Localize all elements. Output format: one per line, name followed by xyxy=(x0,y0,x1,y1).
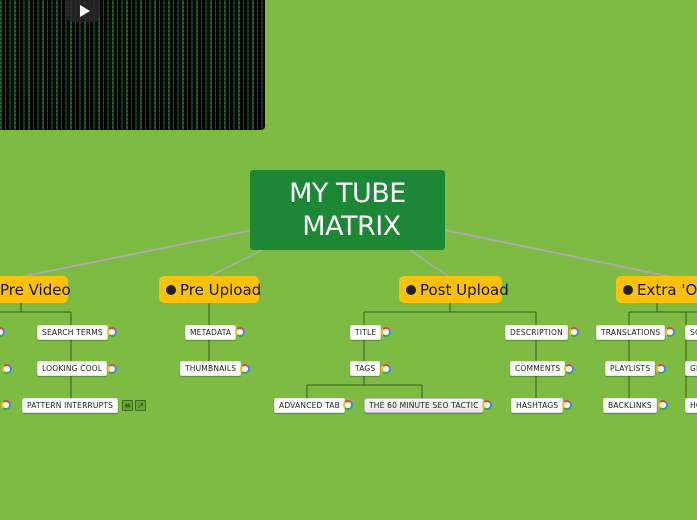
subtopic-sc-truncated[interactable]: SC xyxy=(685,325,697,340)
topic-label: Pre Upload xyxy=(180,280,262,299)
subtopic-description[interactable]: DESCRIPTION xyxy=(505,325,568,340)
subtopic-advanced-tab[interactable]: ADVANCED TAB xyxy=(274,398,345,413)
subtopic-hashtags[interactable]: HASHTAGS xyxy=(511,398,564,413)
topic-label: Pre Video xyxy=(0,280,71,299)
central-topic[interactable]: MY TUBE MATRIX xyxy=(250,170,445,250)
google-icon[interactable] xyxy=(564,364,574,374)
subtopic-hc-truncated[interactable]: HC xyxy=(685,398,697,413)
subtopic-comments[interactable]: COMMENTS xyxy=(510,361,566,376)
subtopic-pattern-interrupts[interactable]: PATTERN INTERRUPTS xyxy=(22,398,119,413)
google-icon[interactable] xyxy=(656,364,666,374)
subtopic-metadata[interactable]: METADATA xyxy=(185,325,237,340)
topic-pre-upload[interactable]: Pre Upload xyxy=(159,276,262,303)
subtopic-playlists[interactable]: PLAYLISTS xyxy=(605,361,656,376)
subtopic-backlinks[interactable]: BACKLINKS xyxy=(603,398,657,413)
connector-lines xyxy=(0,229,697,398)
subtopic-translations[interactable]: TRANSLATIONS xyxy=(596,325,666,340)
subtopic-ge-truncated[interactable]: GE xyxy=(685,361,697,376)
topic-pre-video[interactable]: Pre Video xyxy=(0,276,71,303)
google-icon[interactable] xyxy=(2,364,12,374)
subtopic-60-minute-seo-tactic[interactable]: THE 60 MINUTE SEO TACTIC xyxy=(364,398,484,413)
google-icon[interactable] xyxy=(658,400,668,410)
google-icon[interactable] xyxy=(569,327,579,337)
google-icon[interactable] xyxy=(107,327,117,337)
google-icon[interactable] xyxy=(107,364,117,374)
subtopic-title[interactable]: TITLE xyxy=(350,325,382,340)
topic-post-upload[interactable]: Post Upload xyxy=(399,276,509,303)
connector-post-upload xyxy=(409,249,449,277)
subtopic-tags[interactable]: TAGS xyxy=(350,361,381,376)
topic-extra[interactable]: Extra 'Oo xyxy=(616,276,697,303)
subtopic-looking-cool[interactable]: LOOKING COOL xyxy=(37,361,108,376)
notes-icon[interactable]: ≡ xyxy=(122,400,133,411)
google-icon[interactable] xyxy=(562,400,572,410)
subtopic-search-terms[interactable]: SEARCH TERMS xyxy=(37,325,108,340)
google-icon[interactable] xyxy=(240,364,250,374)
central-topic-line2: MATRIX xyxy=(302,211,401,242)
topic-label: Post Upload xyxy=(420,280,509,299)
google-icon[interactable] xyxy=(482,400,492,410)
google-icon[interactable] xyxy=(381,327,391,337)
subtopic-thumbnails[interactable]: THUMBNAILS xyxy=(180,361,242,376)
connector-extra xyxy=(444,229,673,278)
topic-label: Extra 'Oo xyxy=(637,280,697,299)
google-icon[interactable] xyxy=(1,400,11,410)
connector-pre-upload xyxy=(209,249,263,277)
external-link-icon[interactable]: ↗ xyxy=(135,400,146,411)
bullet-icon xyxy=(406,284,416,295)
connector-pre-video xyxy=(19,229,253,278)
google-icon[interactable] xyxy=(665,327,675,337)
bullet-icon xyxy=(166,284,176,295)
google-icon[interactable] xyxy=(343,400,353,410)
bullet-icon xyxy=(623,284,633,295)
google-icon[interactable] xyxy=(235,327,245,337)
google-icon[interactable] xyxy=(381,364,391,374)
central-topic-line1: MY TUBE xyxy=(289,178,406,209)
